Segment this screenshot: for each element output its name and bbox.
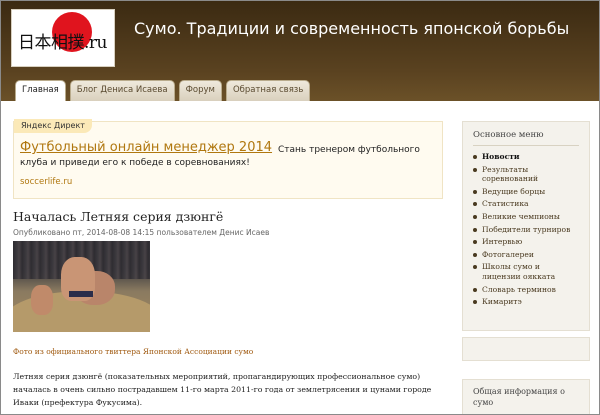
tab-forum[interactable]: Форум — [178, 80, 222, 101]
menu-item-statistics[interactable]: Статистика — [473, 199, 579, 209]
post-body: Летняя серия дзюнгё (показательных мероп… — [13, 372, 432, 407]
menu-item-great-champions[interactable]: Великие чемпионы — [473, 212, 579, 222]
menu-item-top-wrestlers[interactable]: Ведущие борцы — [473, 187, 579, 197]
main-menu-list: Новости Результаты соревнований Ведущие … — [473, 152, 579, 307]
menu-item-tournament-winners[interactable]: Победители турниров — [473, 225, 579, 235]
divider — [473, 145, 579, 146]
menu-item-glossary[interactable]: Словарь терминов — [473, 285, 579, 295]
general-info-block: Общая информация о сумо — [462, 379, 590, 414]
logo-text: 日本相撲.ru — [18, 33, 107, 53]
photo-wrestler-left — [31, 285, 53, 315]
ad-url-link[interactable]: soccerlife.ru — [20, 177, 72, 187]
menu-item-kimarite[interactable]: Кимаритэ — [473, 297, 579, 307]
primary-tabs: Главная Блог Дениса Исаева Форум Обратна… — [15, 80, 311, 101]
menu-item-schools[interactable]: Школы сумо и лицензии оякката — [473, 262, 579, 281]
ad-label[interactable]: Яндекс Директ — [14, 119, 92, 133]
photo-mawashi — [69, 291, 93, 297]
page-frame: 日本相撲.ru Сумо. Традиции и современность я… — [0, 0, 600, 415]
main-menu-title: Основное меню — [473, 130, 544, 140]
menu-item-news[interactable]: Новости — [473, 152, 579, 162]
ad-block: Яндекс Директ Стань тренером футбольного… — [13, 119, 443, 199]
general-info-title: Общая информация о сумо — [473, 387, 565, 407]
site-header: 日本相撲.ru Сумо. Традиции и современность я… — [1, 1, 599, 101]
post-photo[interactable] — [13, 241, 150, 332]
menu-item-interviews[interactable]: Интервью — [473, 237, 579, 247]
main-menu-block: Основное меню Новости Результаты соревно… — [462, 121, 590, 331]
ad-title-link[interactable]: Футбольный онлайн менеджер 2014 — [20, 140, 272, 155]
photo-caption: Фото из официального твиттера Японской А… — [13, 347, 254, 356]
menu-item-photo-galleries[interactable]: Фотогалереи — [473, 250, 579, 260]
post-meta: Опубликовано пт, 2014-08-08 14:15 пользо… — [13, 228, 270, 237]
site-title[interactable]: Сумо. Традиции и современность японской … — [134, 19, 569, 38]
tab-blog[interactable]: Блог Дениса Исаева — [69, 80, 175, 101]
site-logo[interactable]: 日本相撲.ru — [11, 9, 115, 67]
tab-home[interactable]: Главная — [15, 80, 66, 101]
sidebar-empty-block — [462, 337, 590, 361]
post-title[interactable]: Началась Летняя серия дзюнгё — [13, 209, 223, 224]
menu-item-results[interactable]: Результаты соревнований — [473, 165, 579, 184]
tab-feedback[interactable]: Обратная связь — [225, 80, 311, 101]
